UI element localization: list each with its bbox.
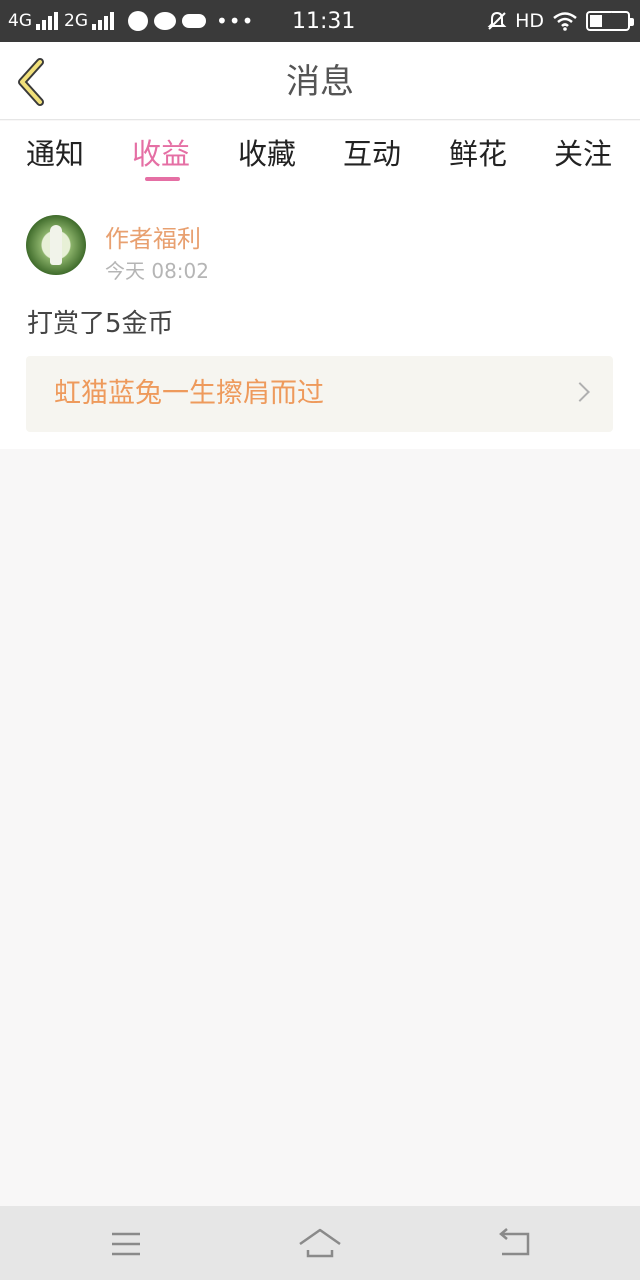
linked-work-card[interactable]: 虹猫蓝兔一生擦肩而过 (26, 356, 613, 432)
clock: 11:31 (292, 9, 356, 34)
chevron-right-icon (570, 382, 590, 402)
linked-work-title: 虹猫蓝兔一生擦肩而过 (54, 378, 324, 409)
battery-icon: ⚡ (586, 11, 634, 31)
status-right: HD ⚡ (487, 0, 634, 42)
browser-icon (128, 11, 148, 31)
tab-following[interactable]: 关注 (554, 131, 612, 173)
page-title: 消息 (286, 62, 354, 102)
message-item: 作者福利 今天 08:02 打赏了5金币 虹猫蓝兔一生擦肩而过 (0, 191, 640, 449)
home-button[interactable] (298, 1224, 342, 1264)
status-bar: 4G 2G ••• 11:31 HD ⚡ (0, 0, 640, 42)
mute-bell-icon (487, 11, 507, 30)
network-type-2: 2G (64, 11, 88, 31)
message-content: 打赏了5金币 (27, 309, 174, 339)
network-type-1: 4G (8, 11, 32, 31)
title-bar: 消息 (0, 42, 640, 120)
tab-earnings[interactable]: 收益 (132, 131, 190, 173)
tab-favorites[interactable]: 收藏 (238, 131, 296, 173)
tab-notifications[interactable]: 通知 (26, 131, 84, 173)
menu-icon (112, 1232, 140, 1256)
tab-bar: 通知 收益 收藏 互动 鲜花 关注 (0, 121, 640, 191)
cloud-icon (182, 14, 206, 28)
status-left: 4G 2G ••• (8, 0, 254, 42)
return-icon (499, 1228, 530, 1256)
avatar[interactable] (26, 215, 86, 275)
wifi-icon (553, 12, 577, 31)
tab-interactions[interactable]: 互动 (343, 131, 401, 173)
chat-icon (154, 12, 176, 30)
active-tab-indicator (145, 177, 180, 181)
signal-icon (36, 12, 58, 30)
home-icon (299, 1228, 341, 1258)
back-nav-button[interactable] (494, 1224, 538, 1264)
sender-name: 作者福利 (105, 225, 201, 253)
system-nav-bar (0, 1206, 640, 1280)
message-time: 今天 08:02 (105, 259, 209, 283)
tab-flowers[interactable]: 鲜花 (449, 131, 507, 173)
hd-label: HD (515, 10, 544, 32)
menu-button[interactable] (104, 1224, 148, 1264)
more-notifications-icon: ••• (216, 9, 255, 33)
signal-icon-2 (92, 12, 114, 30)
